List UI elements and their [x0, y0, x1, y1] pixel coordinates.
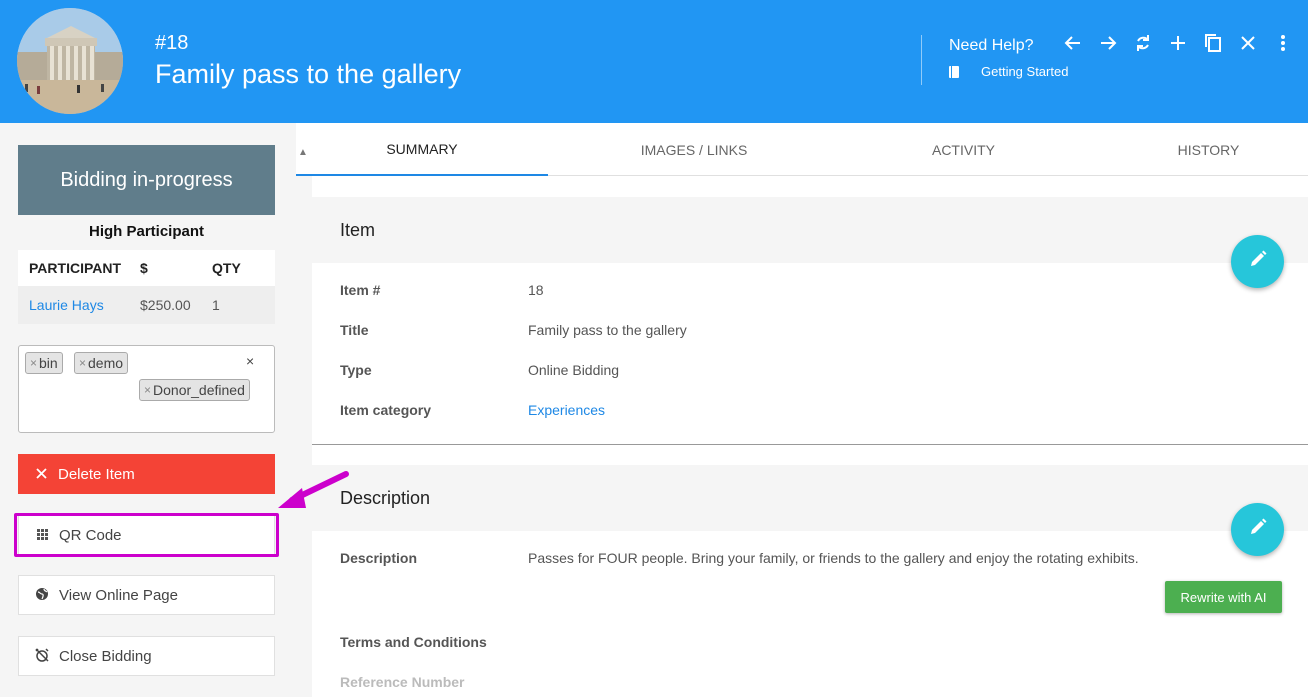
table-header-row: PARTICIPANT $ QTY: [18, 250, 275, 286]
qty-cell: 1: [201, 286, 275, 324]
tag-remove-icon[interactable]: ×: [30, 356, 37, 370]
field-label: Type: [340, 362, 372, 378]
field-value: Family pass to the gallery: [528, 322, 687, 338]
field-label: Item #: [340, 282, 381, 298]
tag-remove-icon[interactable]: ×: [144, 383, 151, 397]
globe-icon: [35, 587, 49, 604]
reference-number-label: Reference Number: [340, 674, 465, 690]
edit-item-button[interactable]: [1231, 235, 1284, 288]
edit-description-button[interactable]: [1231, 503, 1284, 556]
annotation-arrow-icon: [278, 471, 349, 508]
description-card: Description Description Passes for FOUR …: [312, 465, 1308, 697]
close-icon: [34, 467, 48, 482]
refresh-icon[interactable]: [1130, 30, 1156, 56]
description-card-title: Description: [312, 465, 1308, 531]
tag-remove-icon[interactable]: ×: [79, 356, 86, 370]
arrow-right-icon[interactable]: [1095, 30, 1121, 56]
view-online-page-button[interactable]: View Online Page: [18, 575, 275, 615]
tag-chip[interactable]: × bin: [25, 352, 63, 374]
delete-item-button[interactable]: Delete Item: [18, 454, 275, 494]
field-label: Item category: [340, 402, 432, 418]
item-number: #18: [155, 32, 189, 54]
tag-chip[interactable]: × demo: [74, 352, 129, 374]
tab-bar: ▲ SUMMARY IMAGES / LINKS ACTIVITY HISTOR…: [296, 123, 1308, 176]
participant-table: PARTICIPANT $ QTY Laurie Hays $250.00 1: [18, 250, 275, 324]
app-header: #18 Family pass to the gallery Need Help…: [0, 0, 1308, 123]
rewrite-with-ai-button[interactable]: Rewrite with AI: [1165, 581, 1282, 613]
high-participant-label: High Participant: [88, 223, 204, 240]
getting-started-link[interactable]: Getting Started: [949, 64, 1068, 79]
table-row: Laurie Hays $250.00 1: [18, 286, 275, 324]
field-label: Title: [340, 322, 369, 338]
amount-cell: $250.00: [129, 286, 201, 324]
tab-images-links[interactable]: IMAGES / LINKS: [564, 123, 824, 176]
tag-label: bin: [39, 355, 58, 371]
arrow-left-icon[interactable]: [1060, 30, 1086, 56]
getting-started-label: Getting Started: [981, 64, 1069, 79]
status-badge: Bidding in-progress: [18, 145, 275, 215]
close-bidding-label: Close Bidding: [59, 647, 152, 665]
card-divider: [312, 444, 1308, 445]
pencil-icon: [1249, 250, 1267, 273]
column-header: $: [129, 250, 201, 286]
field-value: 18: [528, 282, 544, 298]
book-icon: [949, 65, 959, 78]
left-panel: Bidding in-progress High Participant PAR…: [0, 123, 296, 697]
alarm-off-icon: [35, 647, 49, 665]
tab-history[interactable]: HISTORY: [1096, 123, 1308, 176]
delete-item-label: Delete Item: [58, 465, 135, 483]
plus-icon[interactable]: [1165, 30, 1191, 56]
category-link[interactable]: Experiences: [528, 402, 605, 418]
qr-highlight-box: [14, 513, 279, 557]
more-vert-icon[interactable]: [1270, 30, 1296, 56]
item-card: Item Item # 18 Title Family pass to the …: [312, 197, 1308, 445]
tab-summary[interactable]: SUMMARY: [296, 123, 548, 176]
tag-label: demo: [88, 355, 124, 371]
item-card-title: Item: [312, 197, 1308, 263]
tag-chip[interactable]: × Donor_defined: [139, 379, 250, 401]
view-online-label: View Online Page: [59, 586, 178, 604]
copy-icon[interactable]: [1200, 30, 1226, 56]
tags-input[interactable]: × bin × demo × × Donor_defined: [18, 345, 275, 433]
page-title: Family pass to the gallery: [155, 59, 462, 89]
field-value: Online Bidding: [528, 362, 620, 378]
tag-label: Donor_defined: [153, 382, 245, 398]
field-label: Description: [340, 550, 418, 566]
tab-activity[interactable]: ACTIVITY: [836, 123, 1091, 176]
main-content: Item Item # 18 Title Family pass to the …: [312, 176, 1308, 697]
need-help-title: Need Help?: [949, 37, 1034, 54]
close-icon[interactable]: [1235, 30, 1261, 56]
item-image: [17, 8, 123, 114]
column-header: QTY: [201, 250, 275, 286]
terms-label: Terms and Conditions: [340, 634, 487, 650]
description-text: Passes for FOUR people. Bring your famil…: [528, 550, 1139, 566]
participant-link[interactable]: Laurie Hays: [18, 286, 129, 324]
column-header: PARTICIPANT: [18, 250, 129, 286]
header-divider: [921, 35, 922, 85]
clear-tags-icon[interactable]: ×: [246, 353, 254, 369]
close-bidding-button[interactable]: Close Bidding: [18, 636, 275, 676]
pencil-icon: [1249, 518, 1267, 541]
